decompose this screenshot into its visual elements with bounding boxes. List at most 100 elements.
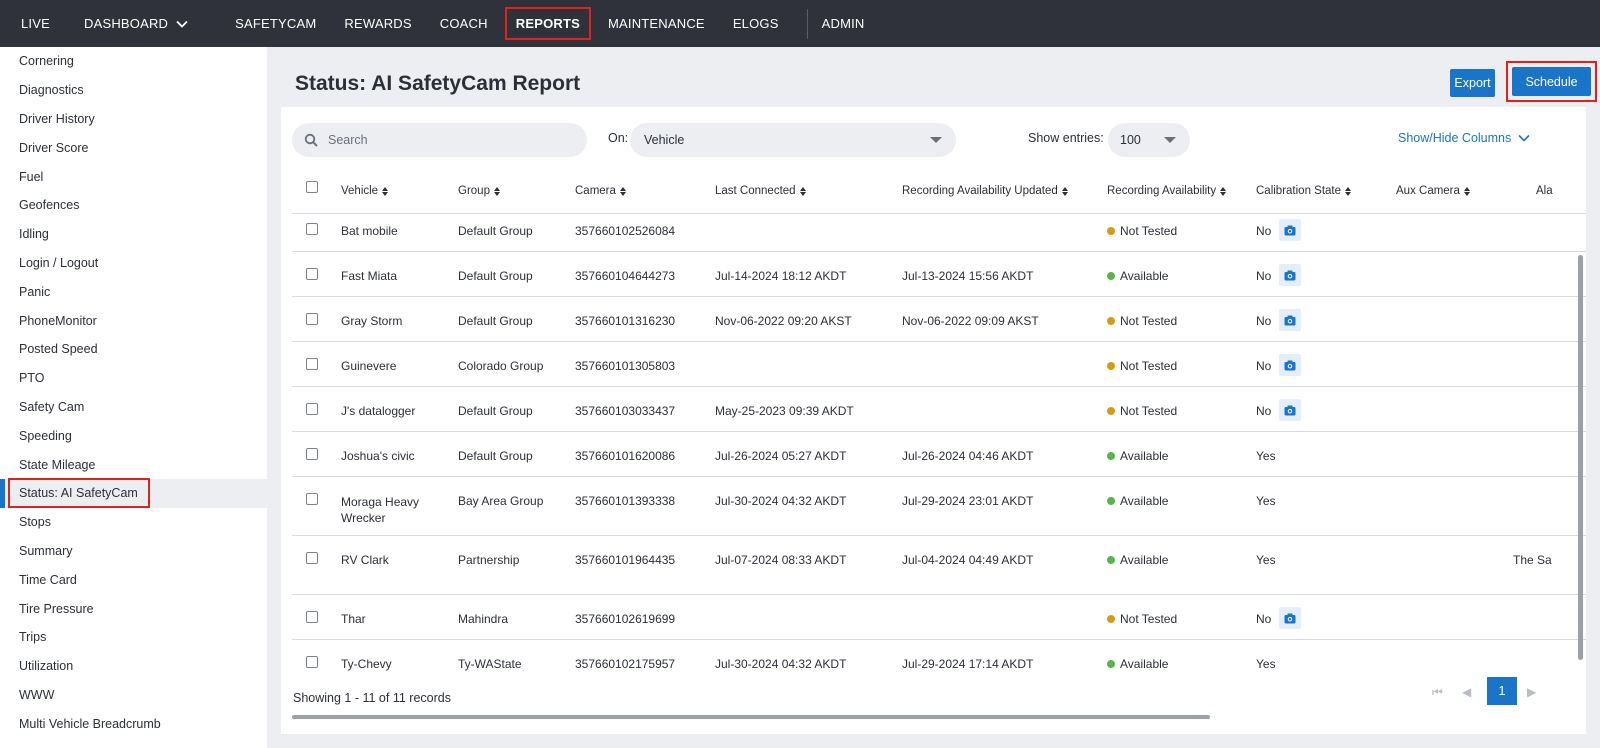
nav-maintenance[interactable]: MAINTENANCE <box>594 0 719 47</box>
status-dot-icon <box>1107 556 1115 564</box>
sidebar-item-pto[interactable]: PTO <box>0 364 267 393</box>
camera-icon[interactable] <box>1279 264 1301 286</box>
sidebar-item-www[interactable]: WWW <box>0 681 267 710</box>
sidebar-item-label: Cornering <box>19 54 74 69</box>
camera-icon[interactable] <box>1279 354 1301 376</box>
table-row[interactable]: Bat mobile Default Group 357660102526084 No… <box>292 214 1586 252</box>
row-checkbox[interactable] <box>306 403 318 415</box>
horizontal-scrollbar[interactable] <box>292 714 1586 720</box>
table-row[interactable]: Fast Miata Default Group 357660104644273 Ju… <box>292 252 1586 297</box>
sidebar-item-safety-cam[interactable]: Safety Cam <box>0 393 267 422</box>
table-row[interactable]: Guinevere Colorado Group 357660101305803 No… <box>292 342 1586 387</box>
column-header-last-connected[interactable]: Last Connected <box>715 185 806 197</box>
vertical-scrollbar[interactable] <box>1578 255 1584 710</box>
row-checkbox[interactable] <box>306 493 318 505</box>
sidebar-item-driver-history[interactable]: Driver History <box>0 105 267 134</box>
sidebar-item-phonemonitor[interactable]: PhoneMonitor <box>0 306 267 335</box>
recording-updated-cell: Jul-29-2024 23:01 AKDT <box>902 494 1034 508</box>
scrollbar-thumb[interactable] <box>1578 255 1583 660</box>
first-page-icon[interactable]: ⏮ <box>1432 685 1443 700</box>
export-button[interactable]: Export <box>1450 69 1495 97</box>
column-header-vehicle[interactable]: Vehicle <box>341 185 389 197</box>
camera-cell: 357660102619699 <box>575 612 676 626</box>
sidebar-item-speeding[interactable]: Speeding <box>0 421 267 450</box>
row-checkbox[interactable] <box>306 448 318 460</box>
sidebar-item-cornering[interactable]: Cornering <box>0 47 267 76</box>
sort-icon <box>1345 186 1352 196</box>
sidebar-item-status-ai-safetycam[interactable]: Status: AI SafetyCam <box>0 478 267 509</box>
sidebar-item-time-card[interactable]: Time Card <box>0 565 267 594</box>
camera-icon[interactable] <box>1279 309 1301 331</box>
availability-label: Not Tested <box>1120 224 1178 238</box>
row-checkbox[interactable] <box>306 313 318 325</box>
nav-coach[interactable]: COACH <box>426 0 502 47</box>
column-header-group[interactable]: Group <box>458 185 500 197</box>
row-checkbox[interactable] <box>306 611 318 623</box>
table-row[interactable]: Gray Storm Default Group 357660101316230 No… <box>292 297 1586 342</box>
scrollbar-thumb[interactable] <box>292 715 1210 719</box>
column-header-label: Calibration State <box>1256 185 1342 197</box>
camera-icon[interactable] <box>1279 219 1301 241</box>
sidebar-item-diagnostics[interactable]: Diagnostics <box>0 76 267 105</box>
page-1-button[interactable]: 1 <box>1487 677 1517 705</box>
sidebar-item-utilization[interactable]: Utilization <box>0 652 267 681</box>
group-cell: Mahindra <box>458 612 509 626</box>
sidebar-item-label: Driver History <box>19 111 95 126</box>
vehicle-cell: RV Clark <box>341 553 389 567</box>
nav-live[interactable]: LIVE <box>0 0 70 47</box>
row-checkbox[interactable] <box>306 552 318 564</box>
row-checkbox[interactable] <box>306 268 318 280</box>
sidebar-item-summary[interactable]: Summary <box>0 537 267 566</box>
nav-elogs[interactable]: ELOGS <box>719 0 793 47</box>
table-row[interactable]: Thar Mahindra 357660102619699 Not Tested No <box>292 595 1586 640</box>
sidebar-item-login-logout[interactable]: Login / Logout <box>0 249 267 278</box>
sidebar-item-driver-score[interactable]: Driver Score <box>0 133 267 162</box>
sidebar-item-posted-speed[interactable]: Posted Speed <box>0 335 267 364</box>
column-header-recording-availability-updated[interactable]: Recording Availability Updated <box>902 185 1068 197</box>
sidebar-item-tire-pressure[interactable]: Tire Pressure <box>0 594 267 623</box>
table-row[interactable]: Joshua's civic Default Group 3576601016200… <box>292 432 1586 477</box>
table-row[interactable]: J's datalogger Default Group 3576601030334… <box>292 387 1586 432</box>
sidebar-item-idling[interactable]: Idling <box>0 220 267 249</box>
nav-rewards[interactable]: REWARDS <box>330 0 425 47</box>
camera-icon[interactable] <box>1279 399 1301 421</box>
show-entries-select[interactable]: 100 <box>1108 123 1190 157</box>
nav-safetycam[interactable]: SAFETYCAM <box>221 0 330 47</box>
row-checkbox[interactable] <box>306 223 318 235</box>
column-header-calibration-state[interactable]: Calibration State <box>1256 185 1352 197</box>
sort-icon <box>1463 186 1470 196</box>
select-all-checkbox[interactable] <box>306 181 318 193</box>
column-header-camera[interactable]: Camera <box>575 185 626 197</box>
row-checkbox[interactable] <box>306 358 318 370</box>
column-header-aux-camera[interactable]: Aux Camera <box>1396 185 1470 197</box>
camera-icon[interactable] <box>1279 607 1301 629</box>
nav-reports[interactable]: REPORTS <box>502 0 594 47</box>
schedule-button[interactable]: Schedule <box>1512 67 1591 96</box>
sidebar-item-fuel[interactable]: Fuel <box>0 162 267 191</box>
table-row[interactable]: Ty-Chevy Ty-WAState 357660102175957 Jul-30-… <box>292 640 1586 674</box>
table-row[interactable]: Moraga Heavy Wrecker Bay Area Group 357660… <box>292 477 1586 536</box>
search-input[interactable] <box>328 133 568 147</box>
nav-admin[interactable]: ADMIN <box>808 0 879 47</box>
sidebar-item-panic[interactable]: Panic <box>0 277 267 306</box>
previous-page-icon[interactable]: ◀ <box>1462 685 1471 699</box>
sidebar-item-trips[interactable]: Trips <box>0 623 267 652</box>
table-row[interactable]: RV Clark Partnership 357660101964435 Jul-07… <box>292 536 1586 595</box>
availability-label: Available <box>1120 657 1169 671</box>
recording-availability-cell: Not Tested <box>1107 224 1177 238</box>
next-page-icon[interactable]: ▶ <box>1527 685 1536 699</box>
column-header-recording-availability[interactable]: Recording Availability <box>1107 185 1227 197</box>
sidebar-item-state-mileage[interactable]: State Mileage <box>0 450 267 479</box>
on-select[interactable]: Vehicle <box>630 123 956 157</box>
search-box[interactable] <box>292 123 587 157</box>
nav-dashboard[interactable]: DASHBOARD <box>70 0 221 47</box>
row-checkbox[interactable] <box>306 656 318 668</box>
sidebar-item-stops[interactable]: Stops <box>0 508 267 537</box>
column-header-ala[interactable]: Ala <box>1536 185 1553 197</box>
sidebar-item-multi-vehicle-breadcrumb[interactable]: Multi Vehicle Breadcrumb <box>0 709 267 738</box>
sidebar-item-geofences[interactable]: Geofences <box>0 191 267 220</box>
caret-down-icon <box>930 137 942 143</box>
show-hide-columns-button[interactable]: Show/Hide Columns <box>1398 131 1531 145</box>
last-connected-cell: Nov-06-2022 09:20 AKST <box>715 314 852 328</box>
calibration-state-cell: Yes <box>1256 553 1276 567</box>
